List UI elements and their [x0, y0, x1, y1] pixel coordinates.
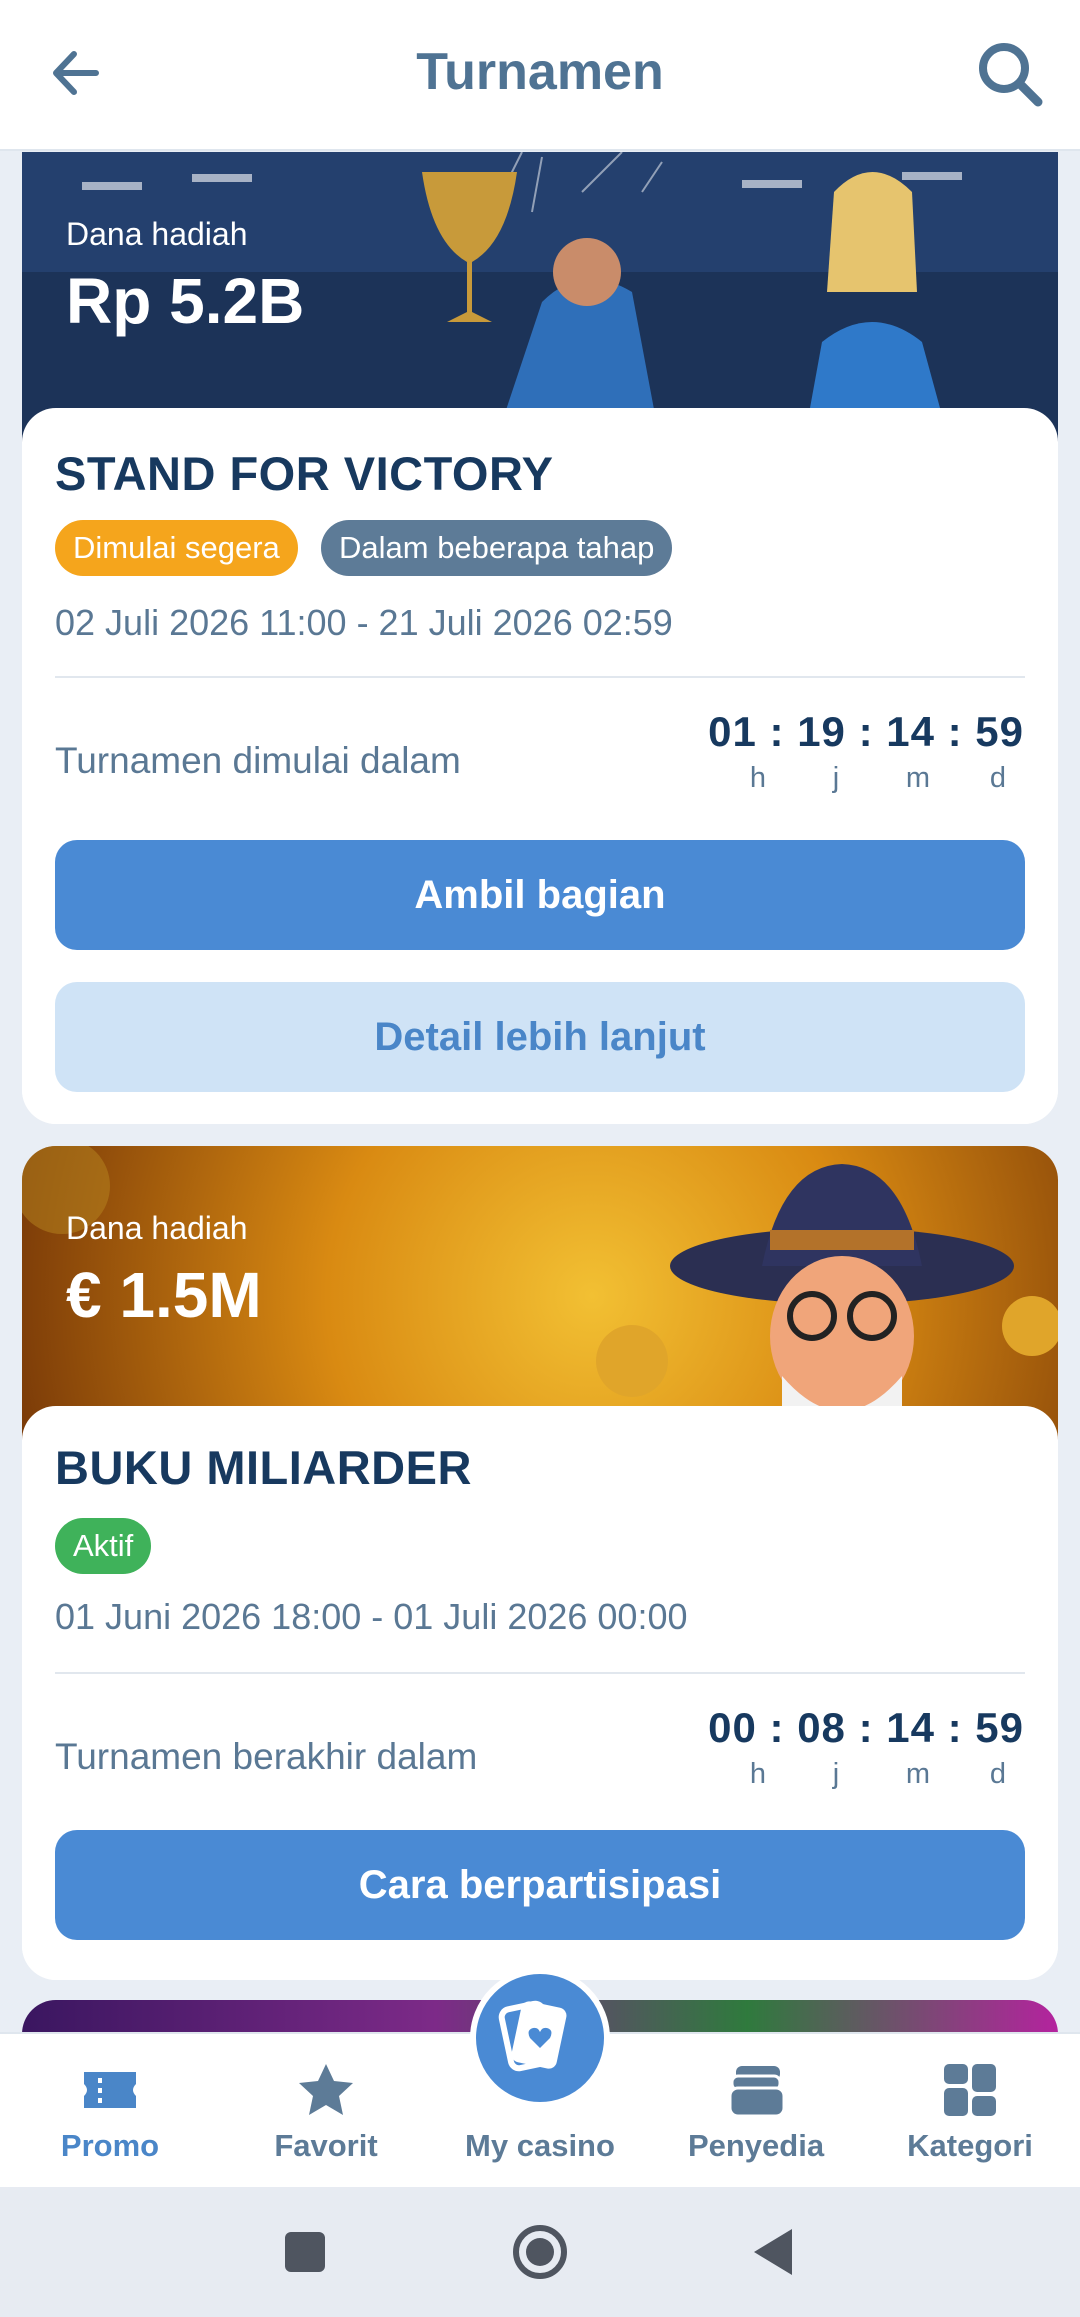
unit-days: j — [832, 1758, 840, 1790]
unit-seconds: d — [989, 1758, 1007, 1790]
unit-seconds: d — [989, 762, 1007, 794]
unit-minutes: m — [905, 1758, 931, 1790]
home-icon[interactable] — [505, 2217, 575, 2287]
countdown-timer: 01 : 19 : 14 : 59 h j m d — [708, 708, 1024, 808]
ticket-icon — [84, 2072, 136, 2108]
unit-minutes: m — [905, 762, 931, 794]
prize-value: Rp 5.2B — [66, 265, 305, 337]
nav-label: Favorit — [274, 2128, 378, 2163]
back-triangle-icon[interactable] — [740, 2217, 810, 2287]
divider — [55, 676, 1025, 678]
page-title: Turnamen — [416, 43, 664, 101]
take-part-button[interactable]: Ambil bagian — [55, 840, 1025, 950]
stage-badge: Dalam beberapa tahap — [321, 520, 673, 576]
nav-label: Penyedia — [687, 2128, 825, 2163]
tournament-banner-image: Dana hadiah Rp 5.2B — [22, 152, 1058, 452]
tournament-dates: 01 Juni 2026 18:00 - 01 Juli 2026 00:00 — [55, 1596, 688, 1637]
system-navigation-bar — [0, 2187, 1080, 2317]
tournament-banner-image: Dana hadiah € 1.5M — [22, 1146, 1058, 1446]
tournament-card[interactable]: Dana hadiah € 1.5M BUKU MILIARDER Aktif … — [22, 1146, 1058, 1980]
countdown-label: Turnamen berakhir dalam — [55, 1736, 478, 1777]
recent-apps-icon[interactable] — [270, 2217, 340, 2287]
prize-value: € 1.5M — [66, 1259, 262, 1331]
timer-digits: 00 : 08 : 14 : 59 — [708, 1704, 1024, 1751]
prize-label: Dana hadiah — [66, 216, 248, 252]
unit-hours: h — [749, 1758, 767, 1790]
nav-item-kategori[interactable]: Kategori — [862, 2034, 1078, 2189]
status-badge: Dimulai segera — [55, 520, 298, 576]
grid-icon — [944, 2064, 996, 2116]
nav-label: Kategori — [907, 2128, 1033, 2163]
nav-item-favorit[interactable]: Favorit — [218, 2034, 434, 2189]
star-icon — [299, 2064, 353, 2115]
search-icon[interactable] — [972, 36, 1046, 110]
tournament-name: BUKU MILIARDER — [55, 1441, 472, 1494]
timer-digits: 01 : 19 : 14 : 59 — [708, 708, 1024, 755]
unit-hours: h — [749, 762, 767, 794]
divider — [55, 1672, 1025, 1674]
cards-icon — [498, 2000, 567, 2072]
tournament-dates: 02 Juli 2026 11:00 - 21 Juli 2026 02:59 — [55, 602, 673, 643]
app-bar: Turnamen — [0, 0, 1080, 151]
my-casino-button[interactable] — [470, 1968, 610, 2108]
nav-item-penyedia[interactable]: Penyedia — [648, 2034, 864, 2189]
how-to-participate-button[interactable]: Cara berpartisipasi — [55, 1830, 1025, 1940]
status-badge: Aktif — [55, 1518, 152, 1574]
nav-label: My casino — [465, 2128, 615, 2163]
nav-item-promo[interactable]: Promo — [2, 2034, 218, 2189]
tournament-card[interactable]: Dana hadiah Rp 5.2B STAND FOR VICTORY Di… — [22, 152, 1058, 1124]
prize-label: Dana hadiah — [66, 1210, 248, 1246]
stack-icon — [728, 2066, 786, 2118]
countdown-timer: 00 : 08 : 14 : 59 h j m d — [708, 1704, 1024, 1804]
unit-days: j — [832, 762, 840, 794]
more-details-button[interactable]: Detail lebih lanjut — [55, 982, 1025, 1092]
tournament-name: STAND FOR VICTORY — [55, 447, 554, 500]
nav-label: Promo — [60, 2128, 160, 2163]
countdown-label: Turnamen dimulai dalam — [55, 740, 461, 781]
